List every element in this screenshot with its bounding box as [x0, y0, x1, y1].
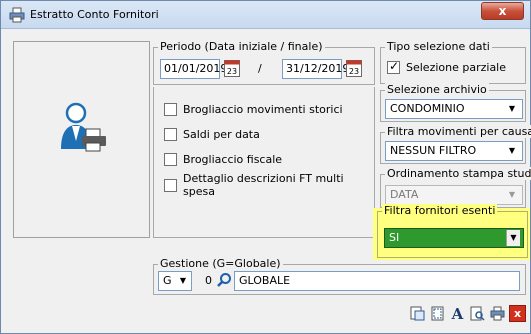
end-date-input[interactable]: 31/12/2019 — [282, 59, 349, 79]
ordinamento-value: DATA — [390, 188, 419, 201]
gestione-code: G — [163, 274, 172, 287]
tipo-selezione-group: Tipo selezione dati Selezione parziale — [380, 40, 526, 84]
preview-button[interactable] — [409, 305, 426, 322]
options-group: Brogliaccio movimenti storici Saldi per … — [153, 87, 375, 238]
window-close-button[interactable]: x — [481, 2, 524, 20]
option-label: Brogliaccio movimenti storici — [183, 102, 343, 116]
chevron-down-icon: ▼ — [508, 190, 516, 199]
calendar-icon[interactable]: 23 — [224, 59, 240, 77]
font-button[interactable]: A — [449, 304, 466, 323]
close-button[interactable]: x — [509, 305, 526, 322]
calendar-icon[interactable]: 23 — [346, 59, 362, 77]
bottom-toolbar: A x — [409, 304, 526, 323]
printer-icon — [9, 7, 25, 23]
filtra-causale-legend: Filtra movimenti per causale — [385, 125, 531, 138]
ordinamento-group: Ordinamento stampa studio DATA ▼ — [380, 167, 531, 208]
search-document-button[interactable] — [469, 305, 486, 322]
ordinamento-select: DATA ▼ — [385, 185, 523, 205]
chevron-down-icon[interactable]: ▼ — [176, 272, 190, 290]
title-bar: Estratto Conto Fornitori x — [1, 1, 530, 29]
archivio-value: CONDOMINIO — [390, 102, 465, 115]
filtra-causale-group: Filtra movimenti per causale NESSUN FILT… — [380, 125, 531, 164]
fornitori-esenti-legend: Filtra fornitori esenti — [382, 204, 498, 217]
causale-value: NESSUN FILTRO — [390, 144, 477, 157]
checkbox[interactable] — [164, 178, 177, 192]
search-icon[interactable] — [216, 272, 232, 288]
selezione-archivio-group: Selezione archivio CONDOMINIO ▼ — [380, 83, 526, 122]
archivio-select[interactable]: CONDOMINIO ▼ — [385, 99, 523, 119]
fornitori-esenti-group: Filtra fornitori esenti SI ▼ — [377, 204, 528, 258]
selezione-archivio-legend: Selezione archivio — [385, 83, 489, 96]
start-date-input[interactable]: 01/01/2019 — [160, 59, 227, 79]
periodo-group: Periodo (Data iniziale / finale) 01/01/2… — [153, 40, 375, 85]
search-document-icon — [470, 306, 485, 321]
window-title: Estratto Conto Fornitori — [30, 8, 159, 21]
window: Estratto Conto Fornitori x Periodo (Data… — [0, 0, 531, 334]
chevron-down-icon[interactable]: ▼ — [506, 230, 520, 246]
checkbox[interactable] — [164, 152, 177, 166]
option-label: Brogliaccio fiscale — [183, 152, 283, 166]
gestione-group: Gestione (G=Globale) G ▼ 0 GLOBALE — [153, 257, 526, 295]
option-saldi-per-data[interactable]: Saldi per data — [164, 127, 260, 141]
option-label: Saldi per data — [183, 127, 260, 141]
preview-icon — [410, 306, 425, 321]
checkbox-checked[interactable] — [387, 59, 400, 74]
page-setup-icon — [431, 306, 444, 321]
causale-select[interactable]: NESSUN FILTRO ▼ — [385, 141, 523, 161]
option-label: Dettaglio descrizioni FT multi spesa — [183, 172, 344, 198]
date-separator: / — [258, 62, 262, 75]
option-brogliaccio-storici[interactable]: Brogliaccio movimenti storici — [164, 102, 343, 116]
gestione-legend: Gestione (G=Globale) — [158, 257, 283, 270]
tipo-selezione-legend: Tipo selezione dati — [385, 40, 492, 53]
print-button[interactable] — [489, 305, 506, 322]
checkbox[interactable] — [164, 127, 177, 141]
esenti-value: SI — [389, 231, 400, 244]
gestione-code-select[interactable]: G ▼ — [158, 271, 192, 291]
checkbox[interactable] — [164, 102, 177, 116]
print-icon — [490, 306, 505, 321]
user-printer-icon — [61, 102, 106, 152]
page-setup-button[interactable] — [429, 305, 446, 322]
option-dettaglio-ft-multi-spesa[interactable]: Dettaglio descrizioni FT multi spesa — [164, 172, 374, 198]
close-icon: x — [513, 307, 522, 320]
periodo-legend: Periodo (Data iniziale / finale) — [158, 40, 325, 53]
esenti-select[interactable]: SI ▼ — [384, 228, 524, 248]
gestione-description: GLOBALE — [239, 274, 291, 287]
option-brogliaccio-fiscale[interactable]: Brogliaccio fiscale — [164, 152, 282, 166]
font-icon: A — [451, 304, 464, 323]
selezione-parziale-option[interactable]: Selezione parziale — [387, 59, 507, 74]
ordinamento-legend: Ordinamento stampa studio — [385, 167, 531, 180]
calendar-day-label: 23 — [349, 67, 359, 76]
selezione-parziale-label: Selezione parziale — [406, 60, 507, 74]
chevron-down-icon[interactable]: ▼ — [505, 100, 519, 118]
chevron-down-icon[interactable]: ▼ — [505, 142, 519, 160]
gestione-number: 0 — [205, 274, 212, 287]
left-panel — [13, 41, 150, 238]
calendar-day-label: 23 — [227, 67, 237, 76]
gestione-description-field[interactable]: GLOBALE — [234, 271, 520, 291]
